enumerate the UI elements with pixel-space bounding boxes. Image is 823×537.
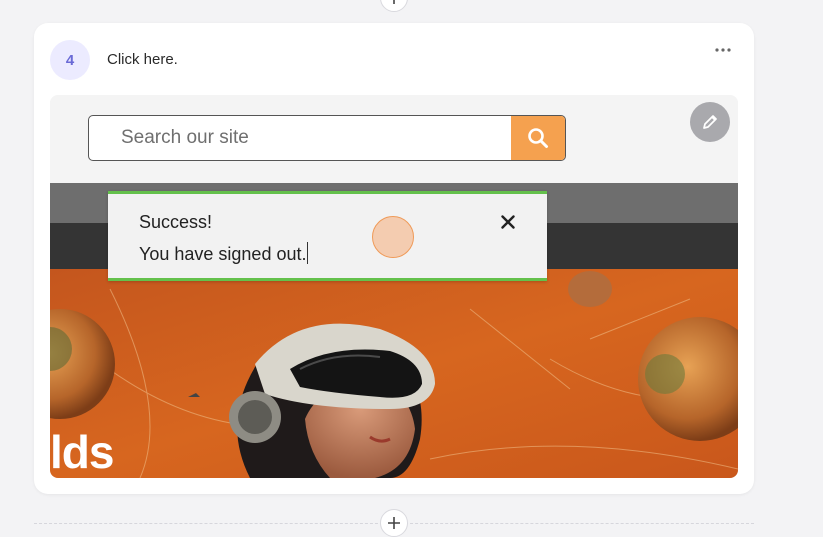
- toast-message: You have signed out.: [139, 242, 309, 265]
- plus-icon: [393, 0, 395, 4]
- more-options-button[interactable]: [710, 41, 736, 59]
- pencil-icon: [703, 115, 717, 129]
- site-header: [50, 95, 738, 183]
- hero-heading-text: lds: [50, 426, 114, 478]
- edit-screenshot-button[interactable]: [690, 102, 730, 142]
- site-search-button[interactable]: [511, 116, 565, 160]
- plus-icon: [388, 517, 400, 529]
- add-step-button-bottom[interactable]: [380, 509, 408, 537]
- click-target-marker[interactable]: [372, 216, 414, 258]
- hero-illustration: [50, 269, 738, 478]
- step-card: 4 Click here. Search our site lds Succes…: [34, 23, 754, 494]
- search-icon: [528, 128, 548, 148]
- hero-banner: lds: [50, 269, 738, 478]
- toast-close-button[interactable]: [498, 212, 518, 232]
- toast-message-text: You have signed out.: [139, 244, 307, 264]
- text-cursor: [307, 242, 309, 264]
- toast-title: Success!: [139, 212, 213, 232]
- success-toast: Success! You have signed out.: [108, 191, 547, 281]
- step-screenshot: lds Success! You have signed out.: [50, 95, 738, 478]
- step-instruction[interactable]: Click here.: [107, 51, 178, 68]
- step-number-badge: 4: [50, 40, 90, 80]
- close-icon: [501, 215, 515, 229]
- more-options-icon: [715, 48, 731, 52]
- site-search-box: [88, 115, 566, 161]
- site-search-input[interactable]: [89, 116, 513, 159]
- add-step-button-top[interactable]: [380, 0, 408, 12]
